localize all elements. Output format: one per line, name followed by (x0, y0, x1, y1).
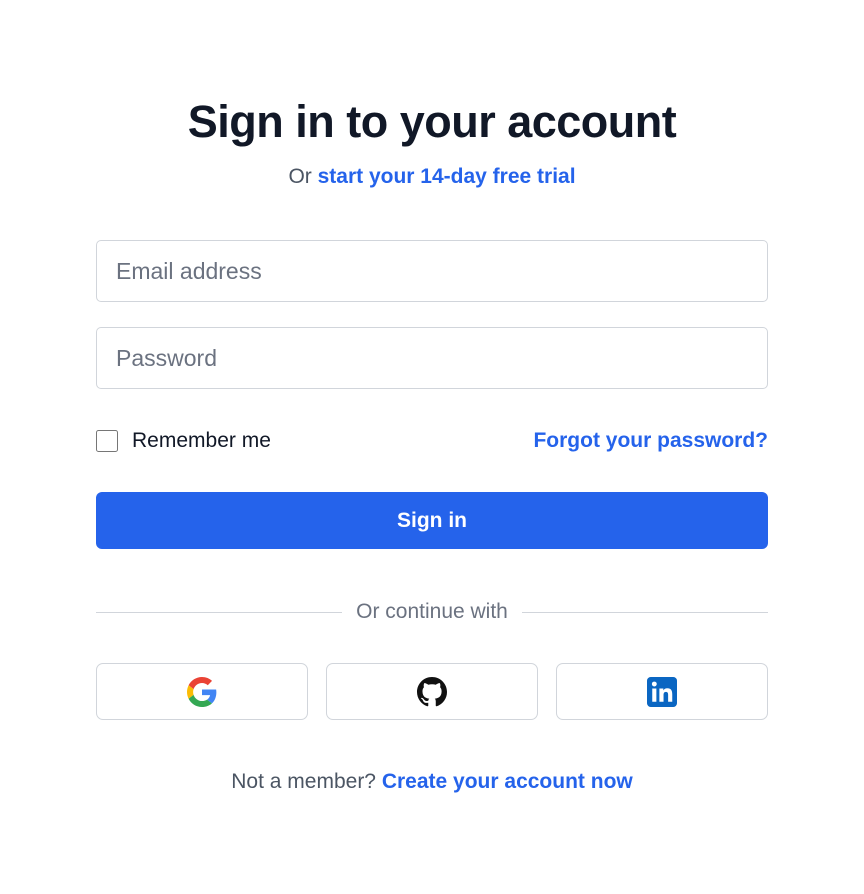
remember-me-label: Remember me (132, 429, 271, 452)
password-field[interactable] (96, 327, 768, 389)
linkedin-sign-in-button[interactable] (556, 663, 768, 720)
sign-in-button[interactable]: Sign in (96, 492, 768, 549)
github-icon (417, 676, 447, 707)
google-sign-in-button[interactable] (96, 663, 308, 720)
remember-me[interactable]: Remember me (96, 429, 271, 453)
forgot-password-link[interactable]: Forgot your password? (533, 429, 768, 453)
create-account-link[interactable]: Create your account now (382, 770, 633, 793)
google-icon (187, 676, 217, 707)
subtitle-prefix: Or (288, 165, 312, 188)
footer-prompt: Not a member? (231, 770, 376, 793)
divider-line-left (96, 612, 342, 613)
email-field[interactable] (96, 240, 768, 302)
page-title: Sign in to your account (187, 96, 677, 147)
subtitle: Or start your 14-day free trial (0, 165, 864, 189)
linkedin-icon (647, 676, 677, 707)
github-sign-in-button[interactable] (326, 663, 538, 720)
footer: Not a member? Create your account now (0, 770, 864, 794)
divider-line-right (522, 612, 768, 613)
divider-text: Or continue with (356, 600, 508, 623)
free-trial-link[interactable]: start your 14-day free trial (318, 165, 576, 188)
remember-me-checkbox[interactable] (96, 430, 118, 452)
